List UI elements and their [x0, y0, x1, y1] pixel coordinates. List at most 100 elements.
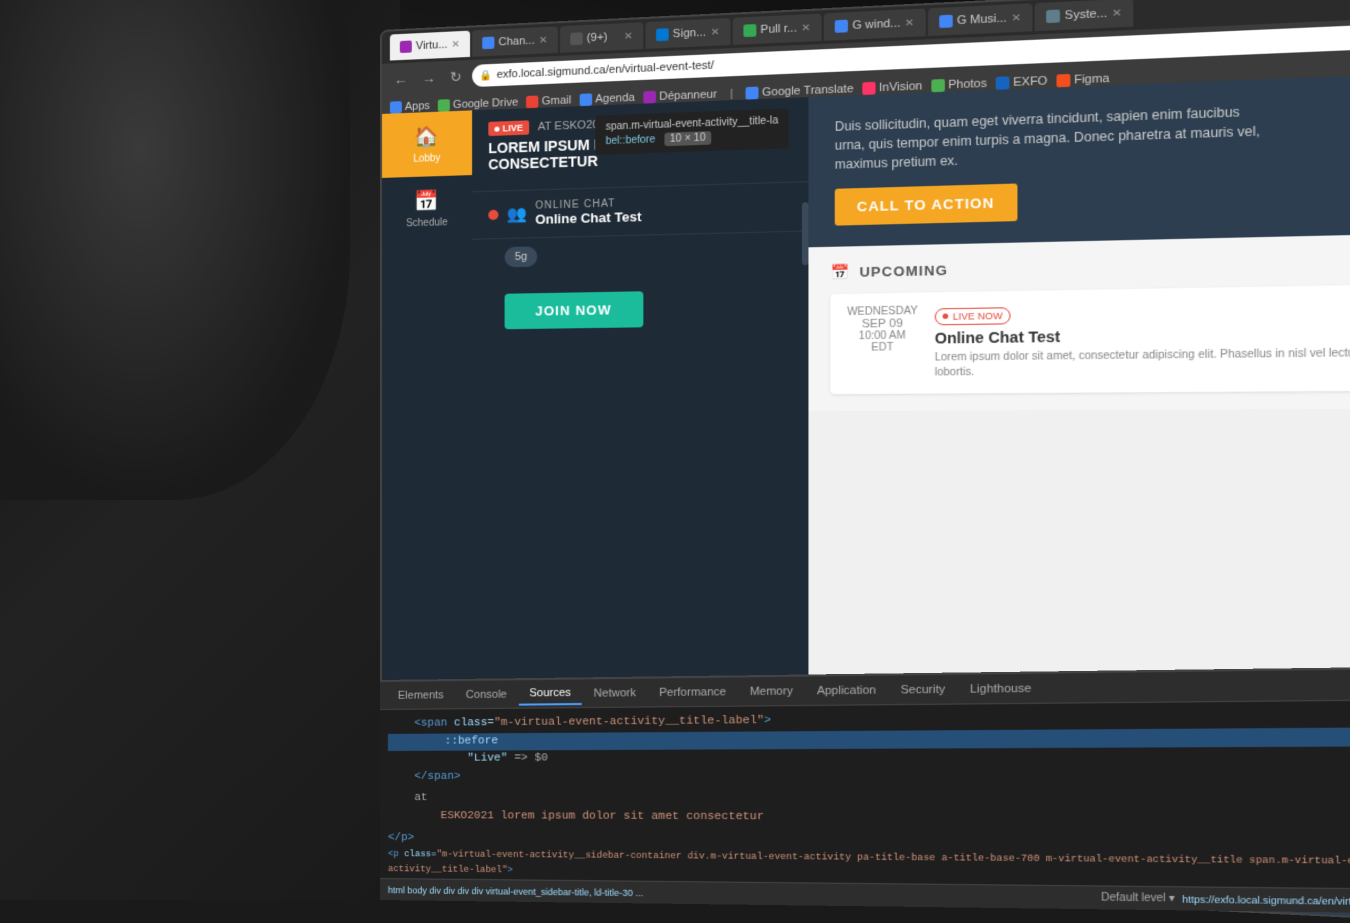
code-line-4: </span> [388, 766, 1350, 786]
tab-label-sign: Sign... [673, 26, 706, 40]
devtools-tab-security[interactable]: Security [889, 678, 956, 700]
tab-icon-virtual [400, 40, 412, 53]
tab-label-notif: (9+) [587, 31, 608, 44]
tab-close-virtual[interactable]: ✕ [452, 39, 460, 50]
tab-label-musi: G Musi... [957, 12, 1007, 27]
event-title-0: Online Chat Test [935, 323, 1350, 346]
event-row-0: WEDNESDAY SEP 09 10:00 AM EDT LIVE NOW [830, 284, 1350, 394]
event-date-0: WEDNESDAY SEP 09 10:00 AM EDT [844, 305, 922, 381]
tab-chan[interactable]: Chan... ✕ [472, 26, 558, 56]
devtools-tab-elements[interactable]: Elements [388, 685, 454, 706]
tab-label-pull: Pull r... [761, 22, 797, 36]
tab-musi[interactable]: G Musi... ✕ [928, 3, 1033, 36]
tab-notif[interactable]: (9+) ✕ [560, 22, 643, 53]
devtools-tab-network-label: Network [594, 686, 636, 699]
devtools-tab-network[interactable]: Network [583, 682, 646, 703]
bookmark-icon-translate [746, 87, 759, 100]
chat-info: ONLINE CHAT Online Chat Test [535, 197, 641, 227]
online-dot [488, 210, 498, 220]
tab-label-chan: Chan... [498, 35, 534, 49]
devtools-tab-sources[interactable]: Sources [519, 682, 581, 705]
upcoming-title: UPCOMING [859, 262, 948, 280]
devtools-tab-memory[interactable]: Memory [739, 680, 804, 702]
devtools-code-area: <span class="m-virtual-event-activity__t… [380, 700, 1350, 894]
url-text: exfo.local.sigmund.ca/en/virtual-event-t… [497, 59, 714, 81]
refresh-button[interactable]: ↻ [446, 66, 466, 88]
hero-section: Duis sollicitudin, quam eget viverra tin… [808, 72, 1350, 248]
tab-sign[interactable]: Sign... ✕ [645, 18, 730, 49]
tab-close-wind[interactable]: ✕ [905, 17, 914, 29]
sidebar-label-lobby: Lobby [413, 153, 440, 165]
hero-description: Duis sollicitudin, quam eget viverra tin… [835, 101, 1273, 174]
tab-label-syste: Syste... [1065, 7, 1108, 22]
chat-title-text: Online Chat Test [535, 209, 641, 227]
tab-icon-syste [1046, 10, 1060, 24]
tooltip-size: 10 × 10 [665, 131, 711, 146]
lock-icon: 🔒 [480, 70, 493, 82]
forward-button[interactable]: → [418, 67, 440, 88]
devtools-tab-lighthouse[interactable]: Lighthouse [959, 677, 1043, 699]
tab-close-syste[interactable]: ✕ [1112, 7, 1122, 19]
bookmark-icon-depanneur [643, 91, 656, 104]
tab-icon-chan [482, 37, 494, 50]
live-dot [494, 126, 499, 131]
event-details-0: LIVE NOW Online Chat Test Lorem ipsum do… [935, 297, 1350, 380]
event-description-0: Lorem ipsum dolor sit amet, consectetur … [935, 345, 1350, 380]
join-now-button[interactable]: JOIN NOW [505, 291, 644, 329]
tab-icon-notif [570, 32, 582, 45]
devtools-page-url: https://exfo.local.sigmund.ca/en/virtual… [1182, 893, 1350, 907]
calendar-icon: 📅 [414, 188, 439, 214]
bookmark-icon-gmail [526, 96, 538, 109]
tab-icon-pull [743, 24, 756, 37]
tab-close-sign[interactable]: ✕ [711, 26, 720, 38]
tab-pull[interactable]: Pull r... ✕ [733, 14, 822, 45]
devtools-tab-performance[interactable]: Performance [649, 681, 737, 703]
tab-syste[interactable]: Syste... ✕ [1035, 0, 1134, 31]
person-silhouette [0, 0, 350, 500]
devtools-tab-performance-label: Performance [659, 685, 726, 698]
devtools-tab-application[interactable]: Application [806, 679, 887, 701]
sidebar-item-schedule[interactable]: 📅 Schedule [382, 175, 472, 242]
bookmark-icon-drive [438, 99, 450, 112]
join-button-container: JOIN NOW [472, 280, 808, 350]
devtools-tab-console[interactable]: Console [456, 684, 517, 705]
bookmark-icon-invision [862, 82, 875, 95]
tab-label-virtual: Virtu... [416, 39, 448, 53]
devtools-tab-security-label: Security [901, 683, 946, 696]
live-now-badge-0: LIVE NOW [935, 307, 1011, 325]
tab-close-pull[interactable]: ✕ [801, 22, 810, 34]
countdown-badge: 5g [505, 246, 538, 267]
tooltip-selector-text: bel::before [606, 134, 656, 147]
bookmark-icon-exfo [996, 76, 1010, 89]
devtools-tab-elements-label: Elements [398, 689, 444, 702]
event-month-day-0: SEP 09 [844, 317, 922, 331]
code-line-6: ESKO2021 lorem ipsum dolor sit amet cons… [388, 808, 1350, 830]
tab-close-chan[interactable]: ✕ [539, 35, 548, 47]
cta-button[interactable]: CALL TO ACTION [835, 183, 1017, 225]
code-line-5: at [388, 790, 1350, 810]
tab-close-notif[interactable]: ✕ [624, 30, 633, 42]
element-tooltip: span.m-virtual-event-activity__title-la … [595, 108, 789, 154]
devtools-default-level[interactable]: Default level ▾ [1101, 892, 1175, 905]
bookmark-icon-figma [1057, 74, 1071, 88]
devtools-tab-memory-label: Memory [750, 685, 793, 698]
upcoming-calendar-icon: 📅 [830, 263, 850, 281]
countdown-container: 5g [472, 232, 808, 287]
bookmark-label-apps: Apps [405, 100, 430, 113]
sidebar-label-schedule: Schedule [406, 217, 448, 229]
back-button[interactable]: ← [390, 69, 412, 90]
ambient-dark-left [0, 0, 400, 900]
tab-close-musi[interactable]: ✕ [1011, 12, 1021, 24]
devtools-tab-sources-label: Sources [529, 686, 571, 699]
tab-wind[interactable]: G wind... ✕ [824, 8, 926, 40]
bookmarks-separator: | [730, 88, 733, 101]
sidebar-item-lobby[interactable]: 🏠 Lobby [382, 110, 472, 178]
bookmark-icon-photos [931, 79, 944, 92]
upcoming-section: 📅 UPCOMING WEDNESDAY SEP 09 10:00 AM EDT [808, 233, 1350, 411]
upcoming-header: 📅 UPCOMING [830, 251, 1350, 281]
code-line-3: "Live" => $0 [388, 746, 1350, 768]
bookmark-icon-apps [390, 101, 402, 114]
tab-virtual[interactable]: Virtu... ✕ [390, 31, 470, 61]
tab-label-wind: G wind... [852, 17, 900, 32]
online-chat-row: 👥 ONLINE CHAT Online Chat Test [472, 182, 808, 240]
